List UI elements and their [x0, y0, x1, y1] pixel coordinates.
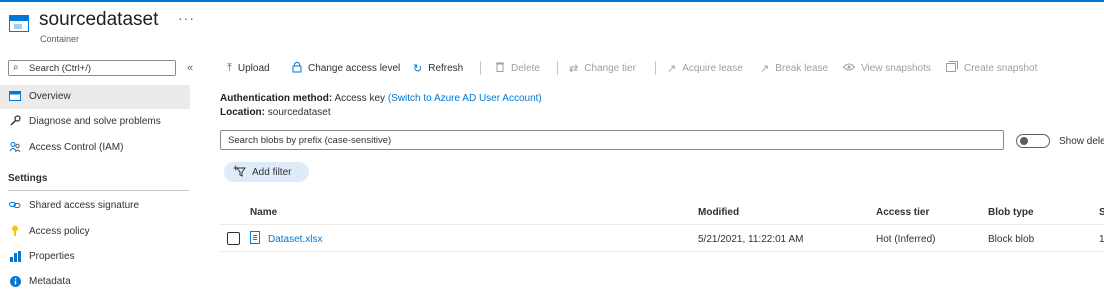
page-subtitle: Container [40, 34, 80, 44]
file-icon [250, 231, 260, 244]
eye-icon [842, 62, 856, 74]
change-tier-button[interactable]: ⇄ Change tier [569, 61, 636, 75]
upload-button[interactable]: ⤒ Upload [227, 61, 270, 75]
sidebar-search-input[interactable]: ⌕ Search (Ctrl+/) [8, 60, 176, 76]
trash-icon [495, 61, 505, 75]
overview-icon [9, 90, 21, 102]
sidebar-item-shared-access-signature[interactable]: Shared access signature [0, 194, 190, 218]
sidebar-item-label: Shared access signature [29, 200, 140, 211]
snapshot-icon [946, 61, 958, 75]
sidebar-item-label: Diagnose and solve problems [29, 116, 161, 127]
table-row-divider [220, 251, 1104, 252]
view-snapshots-button[interactable]: View snapshots [842, 61, 931, 75]
search-icon: ⌕ [13, 62, 19, 73]
add-filter-label: Add filter [252, 167, 292, 178]
sidebar-item-label: Access Control (IAM) [29, 142, 124, 153]
change-tier-label: Change tier [584, 62, 636, 74]
collapse-sidebar-button[interactable]: « [187, 62, 193, 74]
location-value: sourcedataset [267, 107, 331, 118]
sidebar-item-metadata[interactable]: Metadata [0, 270, 190, 294]
settings-heading: Settings [8, 173, 48, 184]
upload-icon: ⤒ [227, 61, 232, 74]
swap-arrows-icon: ⇄ [569, 62, 579, 75]
show-deleted-toggle[interactable] [1016, 134, 1050, 148]
wrench-icon [9, 115, 21, 127]
acquire-lease-button[interactable]: ↗ Acquire lease [667, 61, 743, 75]
toolbar-divider [557, 61, 558, 75]
people-icon [9, 141, 21, 153]
refresh-icon: ↻ [413, 62, 423, 75]
top-accent-strip [0, 0, 1104, 2]
blob-search-placeholder: Search blobs by prefix (case-sensitive) [228, 135, 392, 146]
sidebar-item-properties[interactable]: Properties [0, 245, 190, 269]
change-access-level-button[interactable]: Change access level [292, 61, 400, 75]
break-lease-label: Break lease [775, 62, 829, 74]
sidebar-item-access-control[interactable]: Access Control (IAM) [0, 136, 190, 160]
sidebar-item-overview[interactable]: Overview [0, 85, 190, 109]
column-header-name[interactable]: Name [250, 207, 277, 218]
toolbar-divider [480, 61, 481, 75]
delete-button[interactable]: Delete [495, 61, 540, 75]
refresh-label: Refresh [428, 62, 464, 74]
toggle-knob [1020, 137, 1028, 145]
sidebar-item-label: Access policy [29, 226, 90, 237]
switch-to-azure-ad-link[interactable]: (Switch to Azure AD User Account) [388, 93, 542, 104]
location-line: Location: sourcedataset [220, 107, 331, 118]
sidebar-search-placeholder: Search (Ctrl+/) [29, 63, 92, 74]
upload-label: Upload [237, 62, 270, 74]
info-icon [9, 275, 21, 287]
more-options-button[interactable]: ··· [178, 10, 195, 26]
blob-type: Block blob [988, 234, 1035, 245]
container-icon [9, 15, 29, 32]
column-header-access-tier[interactable]: Access tier [876, 207, 929, 218]
auth-method-line: Authentication method: Access key (Switc… [220, 93, 542, 104]
acquire-lease-label: Acquire lease [682, 62, 743, 74]
sidebar-item-label: Properties [29, 251, 75, 262]
add-filter-button[interactable]: Add filter [224, 162, 309, 182]
auth-method-label: Authentication method: [220, 93, 333, 104]
add-filter-icon [233, 165, 247, 180]
toolbar-divider [655, 61, 656, 75]
sidebar-item-label: Metadata [29, 276, 71, 287]
lease-link-icon: ↗ [667, 62, 677, 75]
sidebar-item-label: Overview [29, 91, 71, 102]
refresh-button[interactable]: ↻ Refresh [413, 61, 463, 75]
settings-divider [8, 190, 189, 191]
blob-size: 1 [1099, 234, 1104, 245]
delete-label: Delete [511, 62, 540, 74]
create-snapshot-button[interactable]: Create snapshot [946, 61, 1037, 75]
bars-icon [9, 250, 21, 262]
sidebar-item-access-policy[interactable]: Access policy [0, 220, 190, 244]
blob-name-link[interactable]: Dataset.xlsx [268, 234, 322, 245]
table-header-divider [220, 224, 1104, 225]
key-icon [9, 225, 21, 237]
blob-access-tier: Hot (Inferred) [876, 234, 936, 245]
broken-link-icon: ↗ [760, 62, 770, 75]
change-access-level-label: Change access level [308, 62, 401, 74]
auth-method-value: Access key [334, 93, 386, 104]
sidebar-item-diagnose[interactable]: Diagnose and solve problems [0, 110, 190, 134]
blob-modified: 5/21/2021, 11:22:01 AM [698, 234, 804, 245]
row-select-checkbox[interactable] [227, 232, 240, 245]
column-header-modified[interactable]: Modified [698, 207, 739, 218]
column-header-size[interactable]: S [1099, 207, 1104, 218]
location-label: Location: [220, 107, 265, 118]
link-icon [9, 199, 21, 211]
page-title: sourcedataset [39, 9, 159, 30]
show-deleted-label: Show dele [1059, 136, 1104, 147]
column-header-blob-type[interactable]: Blob type [988, 207, 1034, 218]
view-snapshots-label: View snapshots [861, 62, 931, 74]
break-lease-button[interactable]: ↗ Break lease [760, 61, 828, 75]
create-snapshot-label: Create snapshot [964, 62, 1038, 74]
lock-icon [292, 61, 302, 76]
blob-search-input[interactable]: Search blobs by prefix (case-sensitive) [220, 130, 1004, 150]
